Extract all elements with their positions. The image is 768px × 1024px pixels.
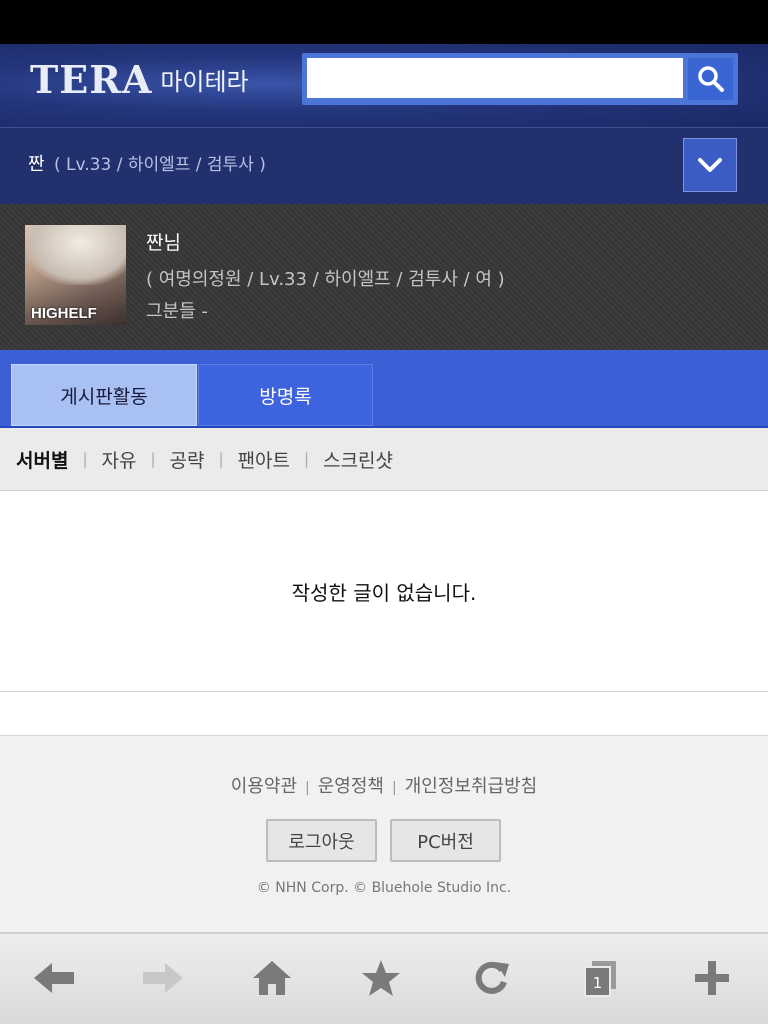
logo-subtitle: 마이테라 bbox=[160, 67, 249, 96]
search-box bbox=[302, 53, 738, 105]
logo-text: TERA bbox=[30, 56, 153, 102]
subnav-divider: | bbox=[82, 450, 88, 468]
subnav-divider: | bbox=[150, 450, 156, 468]
footer bbox=[0, 736, 768, 932]
bookmark-star-icon bbox=[362, 960, 400, 996]
subnav-item-free[interactable]: 자유 bbox=[102, 446, 137, 473]
avatar-race-label: HIGHELF bbox=[31, 305, 97, 322]
footer-divider: | bbox=[305, 780, 310, 796]
pc-version-button[interactable]: PC버전 bbox=[390, 819, 501, 862]
tabs-button[interactable]: 1 bbox=[577, 955, 623, 1001]
bookmark-button[interactable] bbox=[358, 955, 404, 1001]
subnav-item-screenshot[interactable]: 스크린샷 bbox=[323, 446, 393, 473]
character-info: ( Lv.33 / 하이엘프 / 검투사 ) bbox=[54, 155, 266, 175]
add-icon bbox=[695, 961, 729, 995]
back-button[interactable] bbox=[31, 955, 77, 1001]
refresh-icon bbox=[475, 961, 509, 994]
subnav-divider: | bbox=[218, 450, 224, 468]
tab-board-activity[interactable]: 게시판활동 bbox=[11, 364, 197, 426]
site-logo[interactable]: TERA 마이테라 bbox=[30, 54, 249, 104]
new-tab-button[interactable] bbox=[689, 955, 735, 1001]
tabs-icon: 1 bbox=[584, 961, 616, 997]
tab-guestbook[interactable]: 방명록 bbox=[198, 364, 373, 426]
profile-info: ( 여명의정원 / Lv.33 / 하이엘프 / 검투사 / 여 ) bbox=[146, 269, 505, 290]
footer-divider: | bbox=[392, 780, 397, 796]
refresh-button[interactable] bbox=[468, 955, 514, 1001]
footer-link-policy[interactable]: 운영정책 bbox=[318, 776, 384, 797]
character-name: 짠 bbox=[28, 154, 45, 175]
avatar: HIGHELF bbox=[25, 225, 126, 325]
avatar-hair-art bbox=[25, 225, 126, 285]
content-spacer bbox=[0, 692, 768, 736]
footer-link-privacy[interactable]: 개인정보취급방침 bbox=[405, 776, 537, 797]
search-icon bbox=[697, 66, 724, 92]
subnav-divider: | bbox=[304, 450, 310, 468]
subnav-item-fanart[interactable]: 팬아트 bbox=[238, 446, 290, 473]
subnav-item-server[interactable]: 서버별 bbox=[16, 446, 68, 473]
profile-guild: 그분들 - bbox=[146, 301, 208, 322]
logout-button[interactable]: 로그아웃 bbox=[266, 819, 377, 862]
home-icon bbox=[253, 961, 291, 995]
back-icon bbox=[34, 963, 74, 993]
character-dropdown-button[interactable] bbox=[683, 138, 737, 192]
empty-message: 작성한 글이 없습니다. bbox=[291, 580, 477, 605]
footer-link-terms[interactable]: 이용약관 bbox=[231, 776, 297, 797]
chevron-down-icon bbox=[698, 158, 722, 172]
tab-count: 1 bbox=[593, 974, 603, 992]
search-input[interactable] bbox=[307, 58, 683, 98]
board-subnav: 서버별 | 자유 | 공략 | 팬아트 | 스크린샷 bbox=[0, 428, 768, 491]
footer-links: 이용약관 | 운영정책 | 개인정보취급방침 bbox=[0, 772, 768, 798]
forward-button[interactable] bbox=[140, 955, 186, 1001]
profile-name: 짠님 bbox=[146, 232, 181, 254]
forward-icon bbox=[143, 963, 183, 993]
home-button[interactable] bbox=[249, 955, 295, 1001]
status-bar bbox=[0, 0, 768, 44]
subnav-item-guide[interactable]: 공략 bbox=[170, 446, 205, 473]
post-list: 작성한 글이 없습니다. bbox=[0, 491, 768, 692]
search-button[interactable] bbox=[688, 58, 733, 100]
copyright-text: © NHN Corp. © Bluehole Studio Inc. bbox=[256, 880, 512, 896]
